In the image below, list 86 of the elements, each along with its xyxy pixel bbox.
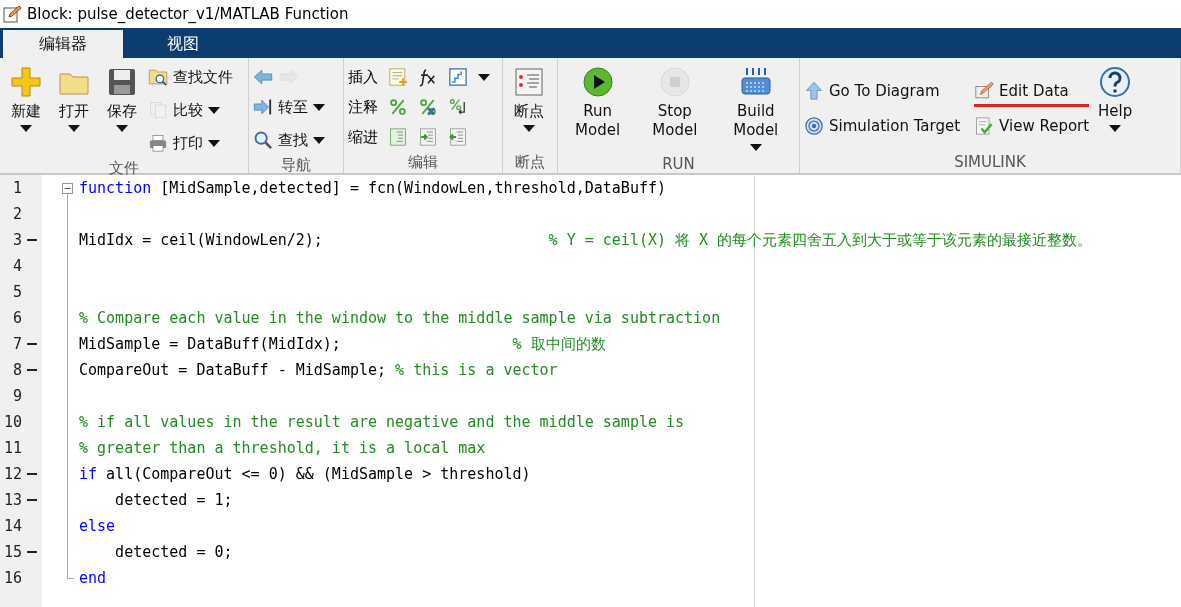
tool-button[interactable]: Build Model — [716, 62, 795, 155]
tool-button[interactable]: Simulation Target — [804, 113, 961, 142]
line-number: 15 — [2, 543, 22, 561]
tool-button[interactable] — [418, 67, 438, 87]
tool-icon — [974, 81, 995, 101]
tool-icon — [148, 67, 168, 87]
tool-icon — [804, 116, 824, 136]
tool-button[interactable]: 查找 — [253, 127, 325, 156]
line-number: 3 — [11, 231, 22, 249]
back-button[interactable] — [253, 67, 273, 87]
code-line: % if all values in the result are negative and the middle sample is — [79, 413, 685, 431]
code-line: else — [79, 517, 116, 535]
tool-icon — [148, 100, 168, 120]
line-number: 5 — [11, 283, 22, 301]
pencil-icon — [3, 5, 21, 23]
tool-button[interactable]: View Report — [974, 113, 1090, 142]
code-line: end — [79, 569, 107, 587]
tool-icon — [1099, 66, 1132, 98]
group-title: RUN — [661, 155, 696, 173]
tool-button[interactable]: Run Model — [562, 62, 634, 144]
line-number: 13 — [2, 491, 22, 509]
line-number: 14 — [2, 517, 22, 535]
tool-icon — [388, 127, 408, 147]
row-label: 插入 — [348, 67, 378, 87]
tool-icon — [513, 66, 545, 98]
code-line: CompareOut = DataBuff - MidSample; % this is a vector — [79, 361, 558, 379]
line-number: 8 — [11, 361, 22, 379]
line-number: 7 — [11, 335, 22, 353]
tool-icon — [418, 67, 438, 87]
tool-icon — [253, 130, 273, 150]
tool-icon — [448, 127, 468, 147]
collapse-icon[interactable] — [62, 182, 73, 194]
tool-icon — [418, 97, 438, 117]
tool-icon — [448, 67, 468, 87]
tool-icon — [148, 133, 168, 153]
tool-icon — [253, 97, 273, 117]
group-title: 断点 — [514, 153, 546, 173]
tool-button[interactable]: Edit Data — [974, 78, 1090, 107]
line-number: 16 — [2, 569, 22, 587]
help-button[interactable]: Help — [1093, 62, 1138, 136]
window-title: Block: pulse_detector_v1/MATLAB Function — [27, 5, 349, 23]
group-title: 编辑 — [407, 153, 439, 173]
line-number: 6 — [11, 309, 22, 327]
code-line: MidIdx = ceil(WindowLen/2); % Y = ceil(X) 将 X 的每个元素四舍五入到大于或等于该元素的最接近整数。 — [79, 230, 1093, 250]
code-line: MidSample = DataBuff(MidIdx); % 取中间的数 — [79, 334, 606, 354]
code-line: detected = 1; — [114, 491, 233, 509]
code-line: function [MidSample,detected] = fcn(WindowLen,threshold,DataBuff) — [79, 179, 666, 197]
tool-button[interactable] — [448, 97, 468, 117]
tool-button[interactable]: 保存 — [100, 62, 144, 136]
tool-icon — [388, 97, 408, 117]
tool-icon — [974, 116, 995, 136]
tool-button[interactable]: 查找文件 — [148, 64, 233, 93]
tool-icon — [804, 81, 824, 101]
left-arrow-icon — [253, 67, 273, 87]
ribbon-tab[interactable]: 编辑器 — [3, 30, 123, 58]
line-number: 2 — [11, 205, 22, 223]
tool-icon — [418, 127, 438, 147]
tool-icon — [388, 67, 408, 87]
line-number: 1 — [11, 179, 22, 197]
code-line: if all(CompareOut <= 0) && (MidSample > threshold) — [79, 465, 531, 483]
tool-icon — [106, 66, 138, 98]
code-line: % greater than a threshold, it is a local max — [79, 439, 486, 457]
group-title: SIMULINK — [953, 153, 1027, 173]
line-number: 10 — [2, 413, 22, 431]
line-number: 9 — [11, 387, 22, 405]
tool-button[interactable]: Go To Diagram — [804, 78, 961, 107]
tool-button[interactable]: 转至 — [253, 94, 325, 123]
tool-button[interactable]: 打印 — [148, 130, 233, 159]
tool-button[interactable]: 新建 — [4, 62, 48, 136]
group-title: 导航 — [280, 156, 312, 175]
code-line: detected = 0; — [114, 543, 233, 561]
tool-icon — [581, 66, 614, 98]
ribbon-tab[interactable]: 视图 — [123, 30, 243, 58]
line-number: 4 — [11, 257, 22, 275]
tool-icon — [739, 66, 772, 98]
row-label: 注释 — [348, 97, 378, 117]
tool-icon — [10, 66, 42, 98]
group-title: 文件 — [108, 159, 140, 178]
row-label: 缩进 — [348, 127, 378, 147]
code-line: % Compare each value in the window to the middle sample via subtraction — [79, 309, 721, 327]
tool-button[interactable]: 打开 — [52, 62, 96, 136]
tool-icon — [448, 97, 468, 117]
line-number: 11 — [2, 439, 22, 457]
tool-icon — [658, 66, 691, 98]
tool-button[interactable]: 断点 — [507, 62, 551, 136]
line-number: 12 — [2, 465, 22, 483]
